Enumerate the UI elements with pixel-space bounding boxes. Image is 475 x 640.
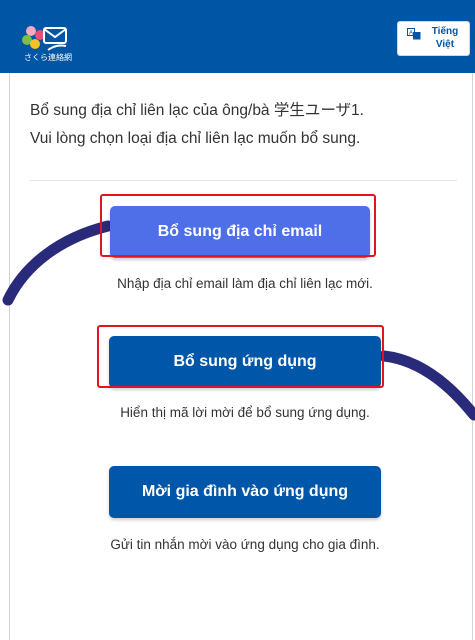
- highlight-box-email: [100, 194, 376, 257]
- invite-family-button[interactable]: Mời gia đình vào ứng dụng: [109, 466, 381, 518]
- add-email-description: Nhập địa chỉ email làm địa chỉ liên lạc …: [117, 276, 373, 291]
- highlight-box-app: [97, 325, 384, 388]
- add-app-description: Hiển thị mã lời mời để bổ sung ứng dụng.: [120, 405, 370, 420]
- invite-family-description: Gửi tin nhắn mời vào ứng dụng cho gia đì…: [110, 537, 380, 552]
